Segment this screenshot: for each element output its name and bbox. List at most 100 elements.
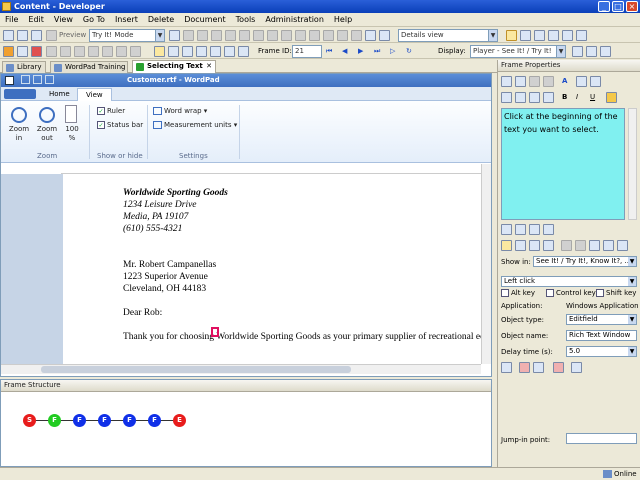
- measurement-units-button[interactable]: Measurement units ▾: [164, 121, 237, 130]
- find-icon[interactable]: [281, 30, 292, 41]
- frame-tool-3-icon[interactable]: [196, 46, 207, 57]
- vertical-scrollbar[interactable]: [481, 164, 491, 364]
- paste-icon[interactable]: [225, 30, 236, 41]
- panel-tab-2-icon[interactable]: [515, 224, 526, 235]
- delay-time-select[interactable]: 5.0 ▼: [566, 346, 637, 357]
- panel-tab-3-icon[interactable]: [529, 224, 540, 235]
- menu-edit[interactable]: Edit: [23, 13, 49, 27]
- document-page[interactable]: Worldwide Sporting Goods 1234 Leisure Dr…: [63, 174, 481, 364]
- layout-5-icon[interactable]: [562, 30, 573, 41]
- align-justify-icon[interactable]: [543, 92, 554, 103]
- show-in-select[interactable]: See It! / Try It!, Know It?, ... ▼: [533, 256, 637, 267]
- prop-tool-4-icon[interactable]: [553, 362, 564, 373]
- align-right-icon[interactable]: [529, 92, 540, 103]
- action-select[interactable]: Left click ▼: [501, 276, 637, 287]
- bubble-tool-5-icon[interactable]: [590, 76, 601, 87]
- menu-file[interactable]: File: [0, 13, 23, 27]
- menu-help[interactable]: Help: [329, 13, 357, 27]
- frame-node[interactable]: F: [123, 414, 136, 427]
- play-icon[interactable]: ▷: [390, 46, 395, 57]
- jump-in-field[interactable]: [566, 433, 637, 444]
- redo-icon[interactable]: [267, 30, 278, 41]
- layout-3-icon[interactable]: [534, 30, 545, 41]
- bold-icon[interactable]: B: [562, 92, 567, 103]
- status-bar-checkbox[interactable]: ✓: [97, 121, 105, 129]
- tab-close-icon[interactable]: ✕: [206, 61, 212, 72]
- frame-tool-4-icon[interactable]: [210, 46, 221, 57]
- bubble-tool-3-icon[interactable]: [529, 76, 540, 87]
- delete-icon[interactable]: [239, 30, 250, 41]
- insert-frame-icon[interactable]: [323, 30, 334, 41]
- action-tool-4-icon[interactable]: [543, 240, 554, 251]
- copy-icon[interactable]: [211, 30, 222, 41]
- frame-tool-5-icon[interactable]: [224, 46, 235, 57]
- display-tool-1-icon[interactable]: [572, 46, 583, 57]
- tab-wordpad-training[interactable]: WordPad Training: [50, 61, 128, 73]
- panel-tab-4-icon[interactable]: [543, 224, 554, 235]
- frame-node[interactable]: F: [48, 414, 61, 427]
- tool-d-icon[interactable]: [88, 46, 99, 57]
- ribbon-tab-home[interactable]: Home: [41, 88, 78, 101]
- zoom-out-button[interactable]: Zoom out: [35, 125, 59, 143]
- prop-tool-2-icon[interactable]: [519, 362, 530, 373]
- horizontal-scrollbar[interactable]: [1, 364, 481, 374]
- action-tool-1-icon[interactable]: [501, 240, 512, 251]
- tool-a-icon[interactable]: [46, 46, 57, 57]
- frame-tool-6-icon[interactable]: [238, 46, 249, 57]
- stop-icon[interactable]: [183, 30, 194, 41]
- preview-button[interactable]: Preview: [59, 30, 86, 41]
- display-select[interactable]: Player - See It! / Try It! ▼: [470, 45, 566, 58]
- zoom-100-button[interactable]: 100 %: [61, 125, 83, 143]
- spell-check-icon[interactable]: [365, 30, 376, 41]
- shift-key-checkbox[interactable]: [596, 289, 604, 297]
- bubble-color-icon[interactable]: [606, 92, 617, 103]
- frame-node-start[interactable]: S: [23, 414, 36, 427]
- bubble-tool-1-icon[interactable]: [501, 76, 512, 87]
- app-menu-button[interactable]: [4, 89, 36, 99]
- frame-tool-1-icon[interactable]: [168, 46, 179, 57]
- frame-tool-2-icon[interactable]: [182, 46, 193, 57]
- control-key-checkbox[interactable]: [546, 289, 554, 297]
- menu-document[interactable]: Document: [179, 13, 230, 27]
- zoom-in-button[interactable]: Zoom in: [7, 125, 31, 143]
- action-tool-2-icon[interactable]: [515, 240, 526, 251]
- maximize-button[interactable]: □: [612, 1, 624, 12]
- insert-action-icon[interactable]: [337, 30, 348, 41]
- preview-icon[interactable]: [46, 30, 57, 41]
- tool-f-icon[interactable]: [116, 46, 127, 57]
- tool-b-icon[interactable]: [60, 46, 71, 57]
- italic-icon[interactable]: I: [576, 92, 578, 103]
- first-frame-icon[interactable]: ⏮: [326, 46, 332, 57]
- layout-2-icon[interactable]: [520, 30, 531, 41]
- display-tool-3-icon[interactable]: [600, 46, 611, 57]
- bubble-close-icon[interactable]: [543, 76, 554, 87]
- layout-4-icon[interactable]: [548, 30, 559, 41]
- align-center-icon[interactable]: [515, 92, 526, 103]
- word-wrap-button[interactable]: Word wrap ▾: [164, 107, 207, 116]
- object-type-select[interactable]: Editfield ▼: [566, 314, 637, 325]
- menu-insert[interactable]: Insert: [110, 13, 143, 27]
- action-tool-7-icon[interactable]: [589, 240, 600, 251]
- document-icon[interactable]: [17, 46, 28, 57]
- scroll-thumb[interactable]: [41, 366, 351, 373]
- tool-e-icon[interactable]: [102, 46, 113, 57]
- qa-save-icon[interactable]: [21, 75, 30, 84]
- menu-administration[interactable]: Administration: [260, 13, 329, 27]
- record-icon[interactable]: [169, 30, 180, 41]
- display-tool-2-icon[interactable]: [586, 46, 597, 57]
- menu-view[interactable]: View: [49, 13, 78, 27]
- prop-tool-1-icon[interactable]: [501, 362, 512, 373]
- align-left-icon[interactable]: [501, 92, 512, 103]
- layout-6-icon[interactable]: [576, 30, 587, 41]
- last-frame-icon[interactable]: ⏭: [374, 46, 380, 57]
- close-button[interactable]: ×: [626, 1, 638, 12]
- qa-redo-icon[interactable]: [45, 75, 54, 84]
- prev-frame-icon[interactable]: ◀: [342, 46, 347, 57]
- replace-icon[interactable]: [295, 30, 306, 41]
- loop-icon[interactable]: ↻: [406, 46, 412, 57]
- action-tool-9-icon[interactable]: [617, 240, 628, 251]
- qa-undo-icon[interactable]: [33, 75, 42, 84]
- print-icon[interactable]: [31, 30, 42, 41]
- tool-c-icon[interactable]: [74, 46, 85, 57]
- view-select[interactable]: Details view ▼: [398, 29, 498, 42]
